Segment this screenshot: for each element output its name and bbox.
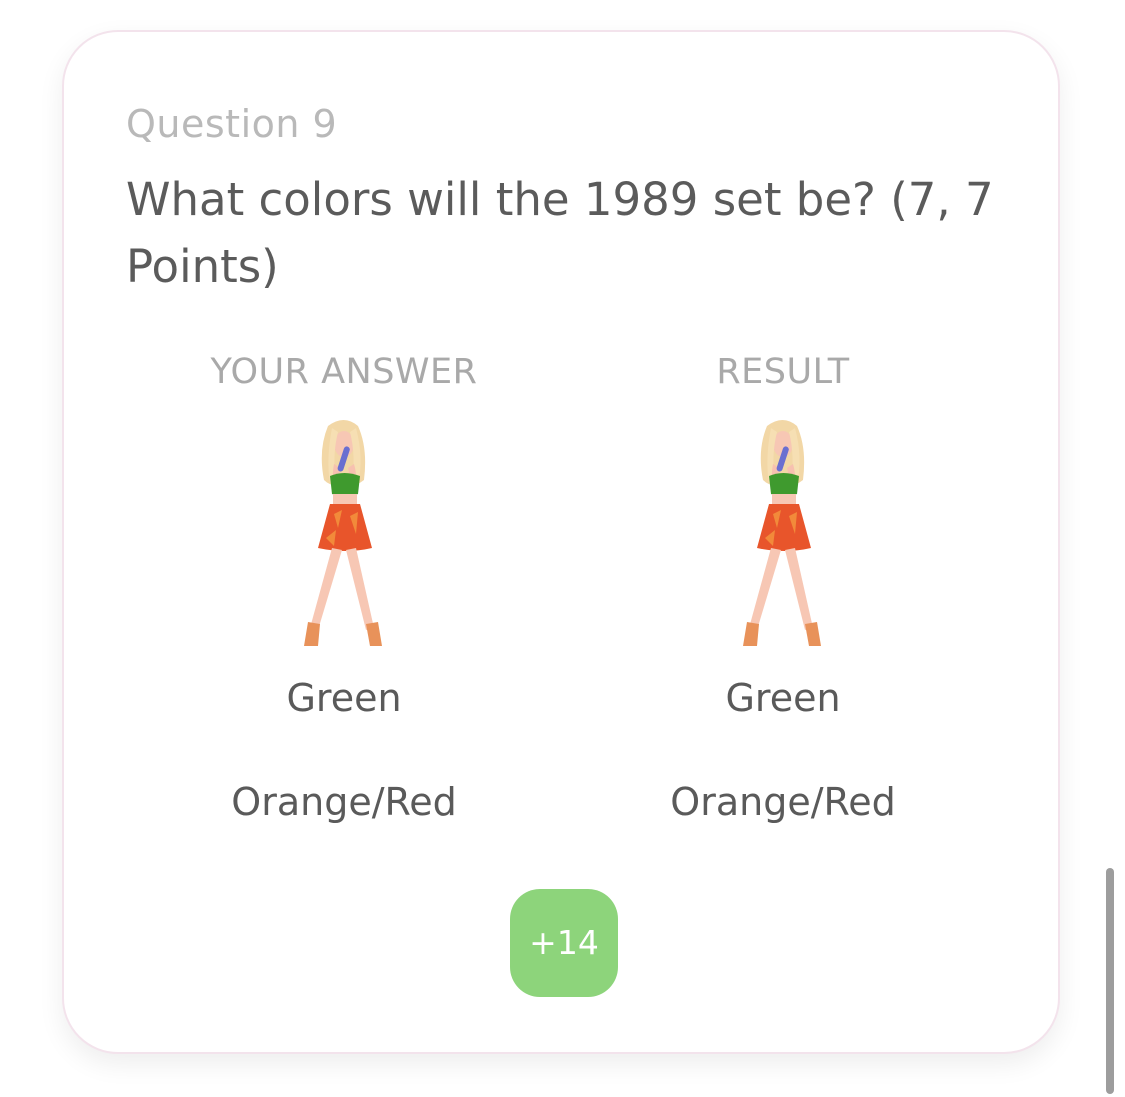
result-header: RESULT bbox=[716, 352, 850, 392]
your-answer-2: Orange/Red bbox=[231, 780, 457, 824]
result-answer-1: Green bbox=[725, 676, 841, 720]
question-number: Question 9 bbox=[126, 102, 338, 146]
question-card: Question 9 What colors will the 1989 set… bbox=[62, 30, 1060, 1054]
result-answer-2: Orange/Red bbox=[670, 780, 896, 824]
your-answer-1: Green bbox=[286, 676, 402, 720]
result-column: RESULT Green Orange/Red bbox=[573, 350, 993, 826]
question-text: What colors will the 1989 set be? (7, 7 … bbox=[126, 173, 994, 293]
points-badge: +14 bbox=[510, 889, 618, 997]
outfit-figure-icon bbox=[743, 420, 821, 646]
your-answer-header: YOUR ANSWER bbox=[210, 352, 478, 392]
scrollbar[interactable] bbox=[1106, 868, 1114, 1094]
outfit-figure-icon bbox=[304, 420, 382, 646]
your-answer-column: YOUR ANSWER Green Orange/Red bbox=[134, 350, 554, 826]
